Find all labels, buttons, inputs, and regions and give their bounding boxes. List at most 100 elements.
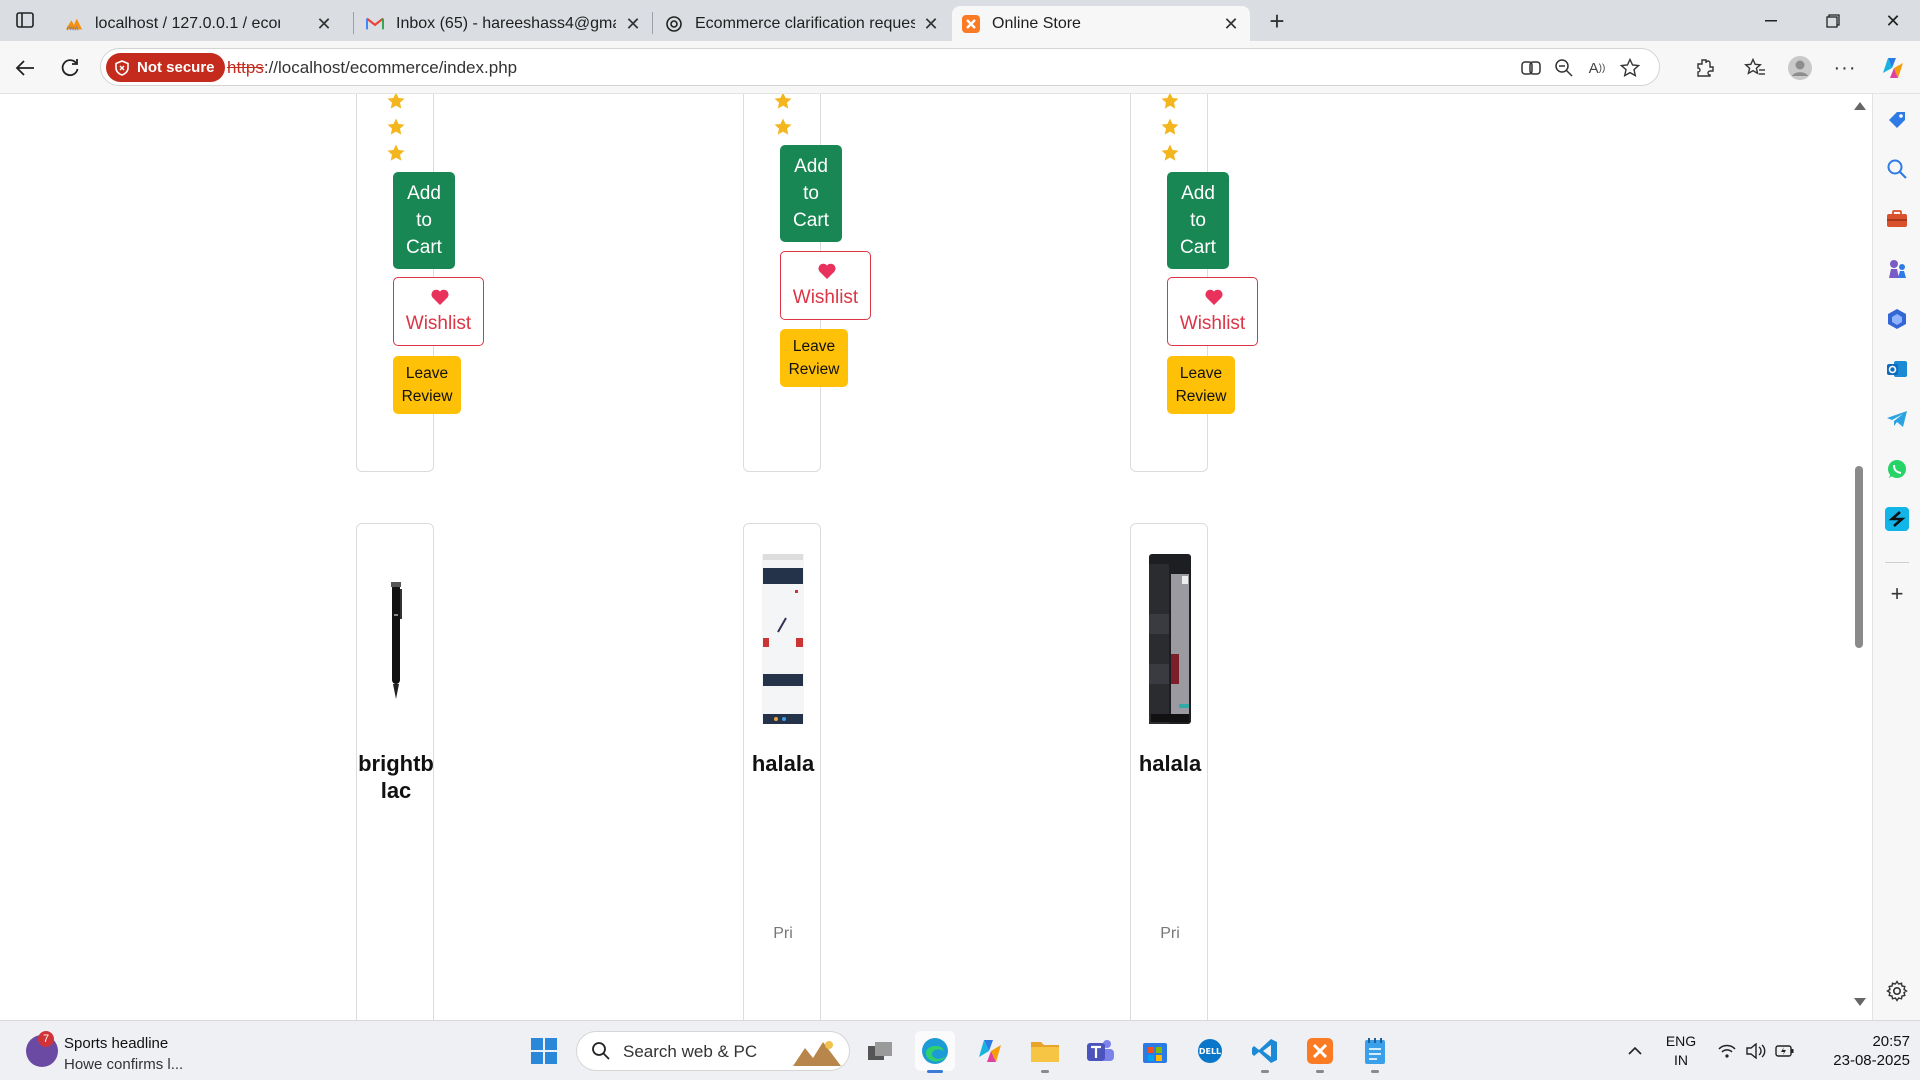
whatsapp-icon[interactable] [1885,457,1909,481]
new-tab-button[interactable]: + [1262,6,1292,37]
scroll-thumb[interactable] [1855,466,1863,648]
wishlist-button[interactable]: Wishlist [780,251,871,320]
tab-online-store[interactable]: Online Store ✕ [952,6,1250,41]
taskbar-copilot-icon[interactable] [970,1031,1010,1071]
tab-actions-icon[interactable] [12,8,38,32]
close-window-button[interactable]: ✕ [1870,6,1916,36]
add-to-cart-button[interactable]: Add to Cart [1167,172,1229,269]
profile-avatar-icon[interactable] [1785,53,1815,83]
microsoft-store-icon[interactable] [1135,1031,1175,1071]
volume-icon[interactable] [1744,1021,1768,1080]
restore-button[interactable] [1810,6,1856,36]
url-text[interactable]: https://localhost/ecommerce/index.php [227,58,517,78]
extensions-icon[interactable] [1690,53,1720,83]
product-price: Pri [1160,925,1180,942]
scroll-up-arrow-icon[interactable] [1854,102,1866,110]
tab-separator [652,12,653,34]
copilot-vision-icon[interactable] [1519,57,1543,79]
rating-star-icon [1160,143,1180,163]
favorite-star-icon[interactable] [1618,57,1642,79]
outlook-icon[interactable] [1885,357,1909,381]
wifi-icon[interactable] [1715,1021,1739,1080]
rating-star-icon [1160,94,1180,111]
rating-star-icon [386,143,406,163]
page-viewport: Add to Cart Wishlist Leave Review Add to… [0,94,1872,1020]
close-tab-icon[interactable]: ✕ [624,14,642,35]
leave-review-button[interactable]: Leave Review [393,356,461,414]
show-hidden-icons-chevron-icon[interactable] [1620,1021,1650,1080]
leave-review-button[interactable]: Leave Review [1167,356,1235,414]
shopping-tag-icon[interactable] [1885,108,1909,132]
news-widget[interactable]: 7 Sports headline Howe confirms l... [26,1029,206,1073]
scroll-down-arrow-icon[interactable] [1854,998,1866,1006]
games-chess-icon[interactable] [1885,257,1909,281]
add-to-cart-button[interactable]: Add to Cart [393,172,455,269]
system-clock[interactable]: 20:57 23-08-2025 [1810,1032,1910,1070]
svg-text:DELL: DELL [1199,1047,1221,1056]
close-tab-icon[interactable]: ✕ [315,14,333,35]
wishlist-button[interactable]: Wishlist [1167,277,1258,346]
leave-review-button[interactable]: Leave Review [780,329,848,387]
product-price: Pri [773,925,793,942]
file-explorer-icon[interactable] [1025,1031,1065,1073]
task-view-icon[interactable] [860,1031,900,1071]
rating-star-icon [386,94,406,111]
zoom-out-icon[interactable] [1552,57,1576,79]
xampp-icon [962,14,980,33]
xampp-taskbar-icon[interactable] [1300,1031,1340,1073]
copilot-icon[interactable] [1878,53,1908,83]
read-aloud-icon[interactable]: A)) [1585,57,1609,79]
reload-button[interactable] [55,53,85,83]
sidebar-settings-gear-icon[interactable] [1885,979,1909,1003]
start-windows-icon[interactable] [524,1031,564,1071]
product-image[interactable] [1149,554,1191,724]
close-tab-icon[interactable]: ✕ [1222,14,1240,35]
product-name: halala [751,751,815,776]
windows-taskbar: 7 Sports headline Howe confirms l... Sea… [0,1020,1920,1080]
heart-icon [431,289,449,305]
rating-star-icon [773,94,793,111]
add-sidebar-app-icon[interactable]: + [1885,581,1909,606]
minimize-button[interactable] [1748,6,1794,36]
close-tab-icon[interactable]: ✕ [922,14,940,35]
address-bar[interactable]: Not secure https://localhost/ecommerce/i… [100,48,1660,86]
shield-warning-icon [115,59,129,76]
phpmyadmin-icon: PMA [65,15,83,33]
sider-app-icon[interactable] [1885,507,1909,531]
product-image[interactable] [375,554,417,724]
tools-briefcase-icon[interactable] [1885,207,1909,231]
dell-icon[interactable]: DELL [1190,1031,1230,1071]
taskbar-edge-icon[interactable] [915,1031,955,1073]
telegram-icon[interactable] [1885,407,1909,431]
more-options-icon[interactable]: ··· [1830,53,1860,83]
search-icon[interactable] [1885,157,1909,181]
microsoft365-icon[interactable] [1885,307,1909,331]
rating-star-icon [773,117,793,137]
add-to-cart-button[interactable]: Add to Cart [780,145,842,242]
taskbar-search-input[interactable]: Search web & PC [576,1031,850,1071]
tab-gmail[interactable]: Inbox (65) - hareeshass4@gmail.com ✕ [356,6,652,41]
not-secure-badge[interactable]: Not secure [106,53,225,82]
page-scrollbar[interactable] [1846,94,1872,1020]
product-card: halala Pri [743,523,821,1020]
language-indicator[interactable]: ENG IN [1664,1032,1698,1070]
notepad-icon[interactable] [1355,1031,1395,1073]
heart-icon [1205,289,1223,305]
teams-icon[interactable] [1080,1031,1120,1071]
browser-toolbar: Not secure https://localhost/ecommerce/i… [0,41,1920,94]
tab-strip: PMA localhost / 127.0.0.1 / ecommerce ✕ … [0,0,1920,41]
svg-text:PMA: PMA [67,26,79,32]
wishlist-button[interactable]: Wishlist [393,277,484,346]
favorites-icon[interactable] [1740,53,1770,83]
battery-charging-icon[interactable] [1773,1021,1797,1080]
tab-phpmyadmin[interactable]: PMA localhost / 127.0.0.1 / ecommerce ✕ [55,6,343,41]
tab-chatgpt[interactable]: Ecommerce clarification request ✕ [655,6,950,41]
back-button[interactable] [10,53,40,83]
product-card: brightblac [356,523,434,1020]
chatgpt-icon [665,15,683,33]
notification-badge: 7 [38,1031,54,1047]
edge-sidebar: + [1872,94,1920,1020]
product-image[interactable] [762,554,804,724]
vscode-icon[interactable] [1245,1031,1285,1073]
search-icon [592,1042,610,1060]
